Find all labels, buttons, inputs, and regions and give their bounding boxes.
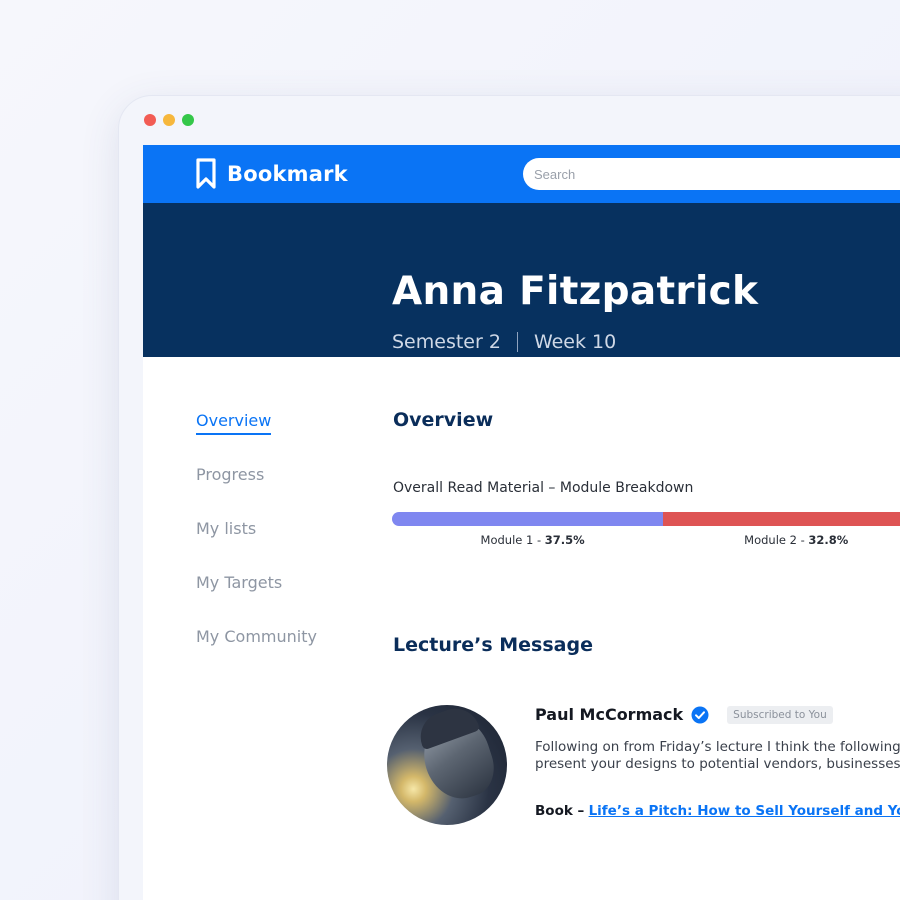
overview-heading: Overview [393, 409, 494, 431]
message-author: Paul McCormack Subscribed to You [535, 705, 833, 724]
lecture-message-heading: Lecture’s Message [393, 634, 593, 656]
sidebar-item-label: My Targets [196, 573, 283, 592]
sidebar-item-my-lists[interactable]: My lists [196, 519, 317, 573]
close-window-button[interactable] [144, 114, 156, 126]
divider [516, 332, 518, 352]
search-input[interactable] [523, 158, 900, 190]
sidebar-nav: Overview Progress My lists My Targets My… [196, 411, 317, 681]
verified-check-icon [691, 706, 709, 723]
sidebar-item-my-targets[interactable]: My Targets [196, 573, 317, 627]
sidebar-item-label: Progress [196, 465, 265, 484]
top-navigation-bar: Bookmark [143, 145, 900, 203]
bar-label-module-1: Module 1 - 37.5% [480, 533, 585, 547]
module-breakdown-bar [392, 512, 900, 526]
book-link[interactable]: Life’s a Pitch: How to Sell Yourself and… [589, 803, 900, 819]
maximize-window-button[interactable] [182, 114, 194, 126]
chart-caption: Overall Read Material – Module Breakdown [393, 480, 694, 496]
app-name: Bookmark [227, 162, 348, 186]
sidebar-item-progress[interactable]: Progress [196, 465, 317, 519]
sidebar-item-overview[interactable]: Overview [196, 411, 317, 465]
app-screen: Bookmark Anna Fitzpatrick Semester 2 Wee… [143, 145, 900, 900]
sidebar-item-my-community[interactable]: My Community [196, 627, 317, 681]
sidebar-item-label: My lists [196, 519, 257, 538]
profile-header: Anna Fitzpatrick Semester 2 Week 10 [143, 203, 900, 357]
subscription-badge: Subscribed to You [727, 705, 833, 724]
bar-segment-module-2 [662, 512, 900, 526]
message-line: Following on from Friday’s lecture I thi… [535, 739, 900, 755]
app-logo[interactable]: Bookmark [195, 158, 348, 190]
window-controls [144, 114, 194, 126]
author-name[interactable]: Paul McCormack [535, 705, 683, 724]
sidebar-item-label: Overview [196, 411, 272, 435]
bookmark-icon [196, 158, 216, 189]
message-body: Following on from Friday’s lecture I thi… [535, 739, 900, 773]
week-label: Week 10 [533, 331, 617, 353]
bar-label-module-2: Module 2 - 32.8% [744, 533, 849, 547]
term-info: Semester 2 Week 10 [392, 331, 616, 353]
book-prefix: Book – [535, 803, 585, 819]
bar-segment-module-1 [392, 512, 663, 526]
minimize-window-button[interactable] [163, 114, 175, 126]
avatar[interactable] [387, 705, 507, 825]
message-line: present your designs to potential vendor… [535, 756, 900, 772]
sidebar-item-label: My Community [196, 627, 317, 646]
semester-label: Semester 2 [392, 331, 501, 353]
book-reference: Book – Life’s a Pitch: How to Sell Yours… [535, 803, 900, 819]
student-name: Anna Fitzpatrick [392, 269, 759, 314]
